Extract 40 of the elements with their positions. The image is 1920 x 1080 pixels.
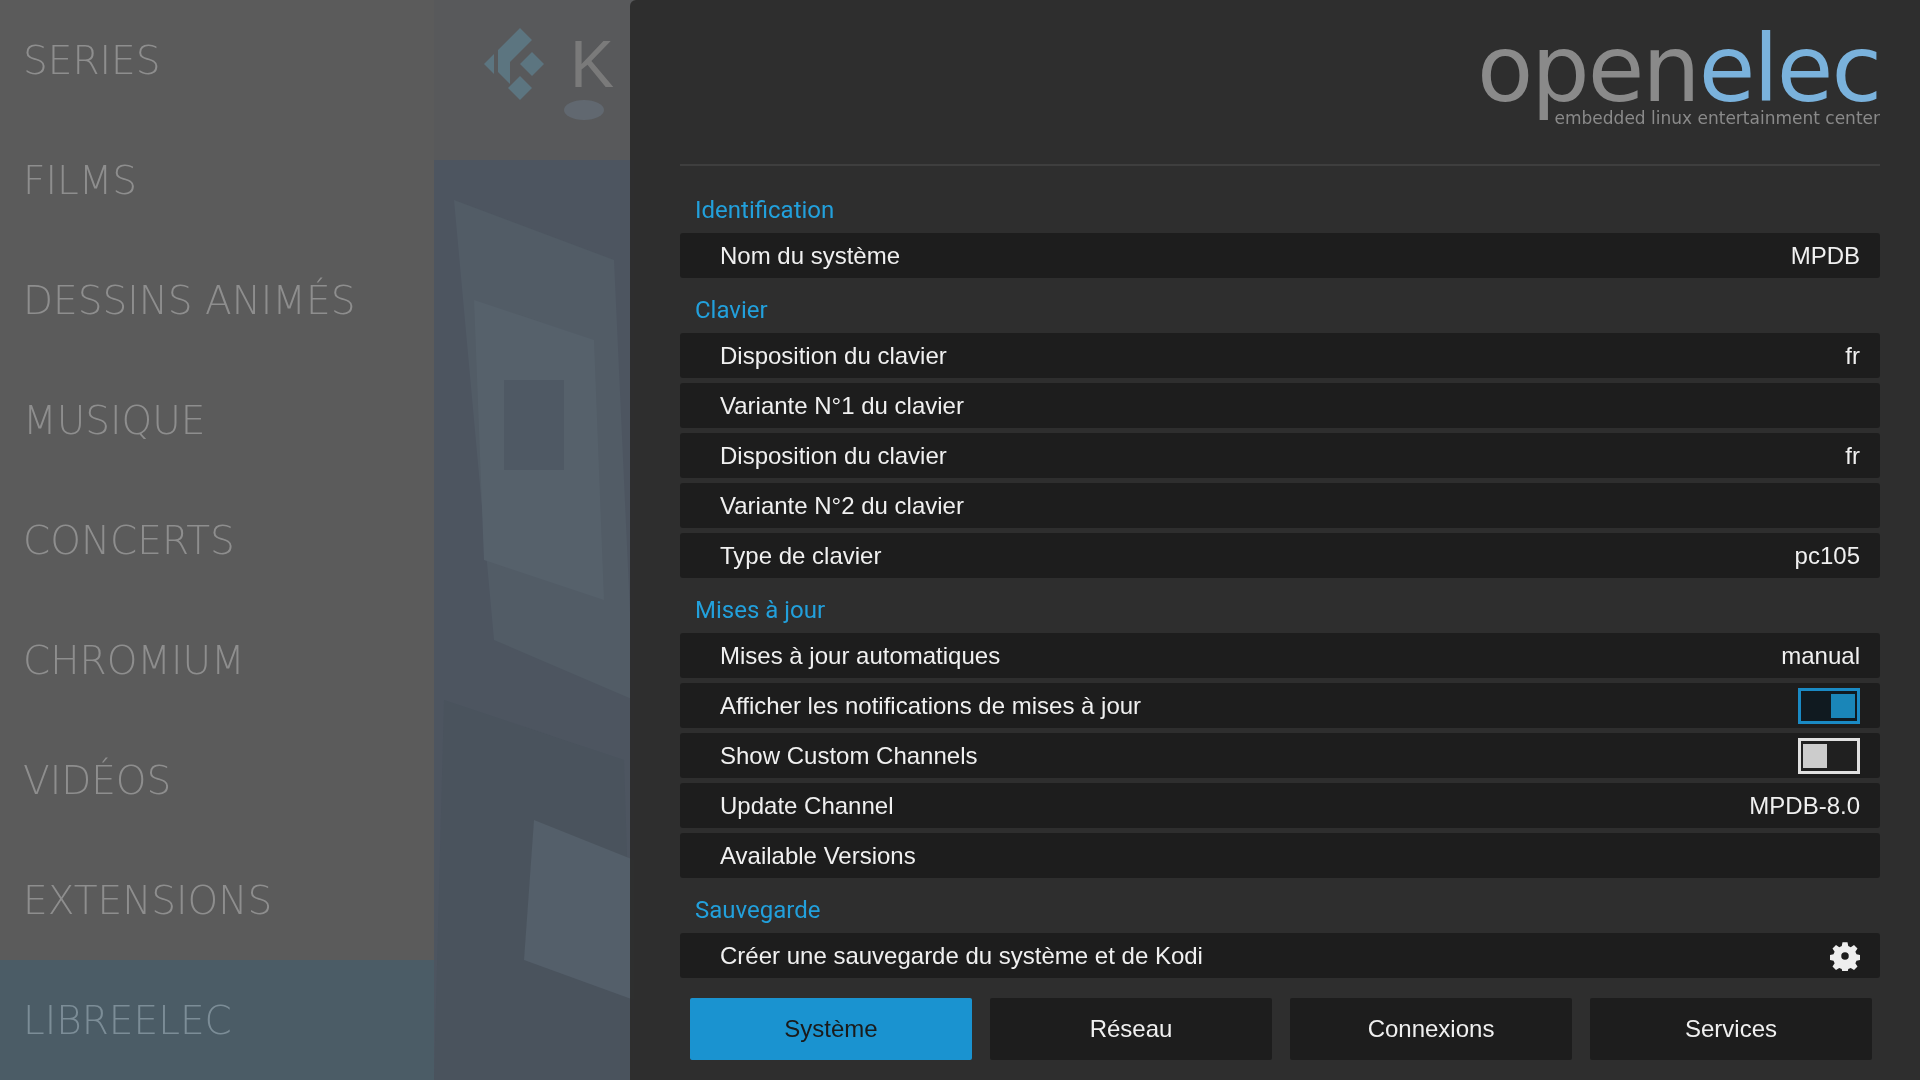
setting-value: fr	[1845, 341, 1860, 370]
toggle-switch[interactable]	[1798, 687, 1860, 724]
setting-value: manual	[1781, 641, 1860, 670]
tab[interactable]: Système	[690, 998, 972, 1060]
setting-label: Créer une sauvegarde du système et de Kodi	[720, 941, 1203, 970]
setting-label: Nom du système	[720, 241, 901, 270]
setting-row[interactable]: Disposition du clavier fr	[680, 333, 1880, 378]
setting-value: pc105	[1794, 541, 1860, 570]
tab[interactable]: Services	[1590, 998, 1872, 1060]
setting-row[interactable]: Update Channel MPDB-8.0	[680, 783, 1880, 828]
setting-row[interactable]: Créer une sauvegarde du système et de Kodi	[680, 933, 1880, 978]
section-heading: Mises à jour	[694, 595, 827, 626]
setting-label: Update Channel	[720, 791, 894, 820]
setting-value: fr	[1845, 441, 1860, 470]
tab[interactable]: Connexions	[1290, 998, 1572, 1060]
setting-row[interactable]: Type de clavier pc105	[680, 533, 1880, 578]
setting-label: Variante N°2 du clavier	[720, 491, 964, 520]
setting-row[interactable]: Show Custom Channels	[680, 733, 1880, 778]
setting-row[interactable]: Nom du système MPDB	[680, 233, 1880, 278]
setting-label: Variante N°1 du clavier	[720, 391, 964, 420]
section-heading: Clavier	[694, 295, 769, 326]
setting-label: Type de clavier	[720, 541, 882, 570]
setting-row[interactable]: Disposition du clavier fr	[680, 433, 1880, 478]
setting-row[interactable]: Variante N°2 du clavier	[680, 483, 1880, 528]
setting-label: Disposition du clavier	[720, 441, 947, 470]
setting-value: MPDB-8.0	[1749, 791, 1860, 820]
section-heading: Sauvegarde	[694, 895, 822, 926]
section-heading: Identification	[694, 195, 836, 226]
setting-row[interactable]: Variante N°1 du clavier	[680, 383, 1880, 428]
setting-label: Mises à jour automatiques	[720, 641, 1001, 670]
gear-icon[interactable]	[1830, 940, 1860, 971]
setting-row[interactable]: Available Versions	[680, 833, 1880, 878]
setting-value: MPDB	[1790, 241, 1860, 270]
setting-label: Afficher les notifications de mises à jour	[720, 691, 1142, 720]
setting-row[interactable]: Mises à jour automatiques manual	[680, 633, 1880, 678]
setting-label: Available Versions	[720, 841, 916, 870]
setting-row[interactable]: Afficher les notifications de mises à jour	[680, 683, 1880, 728]
tab[interactable]: Réseau	[990, 998, 1272, 1060]
setting-label: Show Custom Channels	[720, 741, 978, 770]
setting-label: Disposition du clavier	[720, 341, 947, 370]
